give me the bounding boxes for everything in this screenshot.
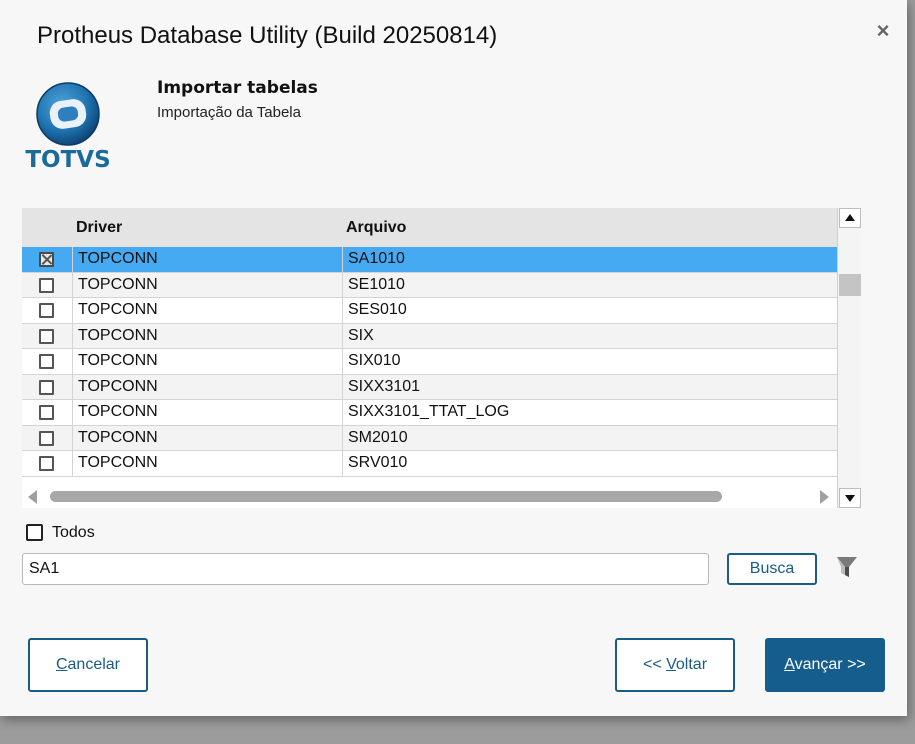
totvs-logo: TOTVS [25,82,111,172]
arquivo-cell: SIX [348,326,374,344]
tables-grid[interactable]: Driver Arquivo TOPCONN SA1010 TOPCONN SE101… [22,208,837,508]
window-title: Protheus Database Utility (Build 2025081… [37,22,498,49]
next-button[interactable]: Avançar >> [765,638,885,692]
column-divider [72,400,73,425]
column-divider [342,272,343,297]
arquivo-cell: SIXX3101 [348,377,421,395]
arquivo-cell: SA1010 [348,250,405,267]
horizontal-scroll-thumb[interactable] [50,491,722,502]
driver-cell: TOPCONN [78,250,158,267]
vertical-scroll-thumb[interactable] [839,274,861,296]
grid-header: Driver Arquivo [22,208,837,247]
table-row[interactable]: TOPCONN SA1010 [22,247,837,273]
close-icon[interactable]: × [872,18,894,44]
column-divider [342,323,343,348]
column-divider [72,247,73,272]
driver-cell: TOPCONN [78,326,158,344]
scroll-up-icon[interactable] [839,208,861,228]
row-checkbox[interactable] [39,303,54,318]
column-divider [342,451,343,476]
table-row[interactable]: TOPCONN SM2010 [22,425,837,451]
column-divider [72,272,73,297]
arquivo-cell: SM2010 [348,428,408,446]
row-checkbox[interactable] [39,328,54,344]
import-dialog: Protheus Database Utility (Build 2025081… [0,0,907,716]
column-divider [342,374,343,399]
grid-rows: TOPCONN SA1010 TOPCONN SE1010 TOPCONN SES010 T… [22,247,837,477]
arquivo-cell: SES010 [348,301,407,318]
column-divider [72,425,73,450]
table-row[interactable]: TOPCONN SIX [22,323,837,349]
column-divider [72,298,73,323]
scroll-right-icon[interactable] [820,490,829,504]
search-input[interactable] [22,553,709,585]
busca-button[interactable]: Busca [727,553,817,585]
horizontal-scrollbar[interactable] [22,486,837,508]
column-divider [72,323,73,348]
driver-cell: TOPCONN [78,403,158,420]
column-divider [342,247,343,272]
column-divider [342,425,343,450]
driver-cell: TOPCONN [78,352,158,369]
column-divider [342,298,343,323]
driver-cell: TOPCONN [78,301,158,318]
driver-cell: TOPCONN [78,377,158,395]
row-checkbox[interactable] [39,430,54,446]
column-divider [72,349,73,374]
column-divider [72,451,73,476]
table-row[interactable]: TOPCONN SRV010 [22,451,837,477]
table-row[interactable]: TOPCONN SE1010 [22,272,837,298]
driver-cell: TOPCONN [78,275,158,293]
arquivo-cell: SIX010 [348,352,401,369]
column-divider [72,374,73,399]
column-header-driver[interactable]: Driver [76,219,122,237]
table-row[interactable]: TOPCONN SIX010 [22,349,837,375]
row-checkbox[interactable] [39,252,54,267]
arquivo-cell: SE1010 [348,275,405,293]
driver-cell: TOPCONN [78,428,158,446]
vertical-scrollbar[interactable] [837,208,861,508]
row-checkbox[interactable] [39,405,54,420]
arquivo-cell: SRV010 [348,454,408,471]
todos-checkbox[interactable] [26,524,43,541]
section-subtitle: Importação da Tabela [157,104,301,121]
row-checkbox[interactable] [39,456,54,471]
row-checkbox[interactable] [39,277,54,293]
row-checkbox[interactable] [39,379,54,395]
column-header-arquivo[interactable]: Arquivo [346,219,406,237]
table-row[interactable]: TOPCONN SES010 [22,298,837,324]
row-checkbox[interactable] [39,354,54,369]
section-title: Importar tabelas [157,78,318,98]
todos-label: Todos [52,524,95,541]
driver-cell: TOPCONN [78,454,158,471]
scroll-left-icon[interactable] [28,490,37,504]
back-button[interactable]: << Voltar [615,638,735,692]
logo-text: TOTVS [25,147,110,172]
table-row[interactable]: TOPCONN SIXX3101 [22,374,837,400]
cancel-button[interactable]: Cancelar [28,638,148,692]
scroll-down-icon[interactable] [839,488,861,508]
column-divider [342,400,343,425]
table-row[interactable]: TOPCONN SIXX3101_TTAT_LOG [22,400,837,426]
filter-icon[interactable] [835,554,859,580]
column-divider [342,349,343,374]
arquivo-cell: SIXX3101_TTAT_LOG [348,403,510,420]
